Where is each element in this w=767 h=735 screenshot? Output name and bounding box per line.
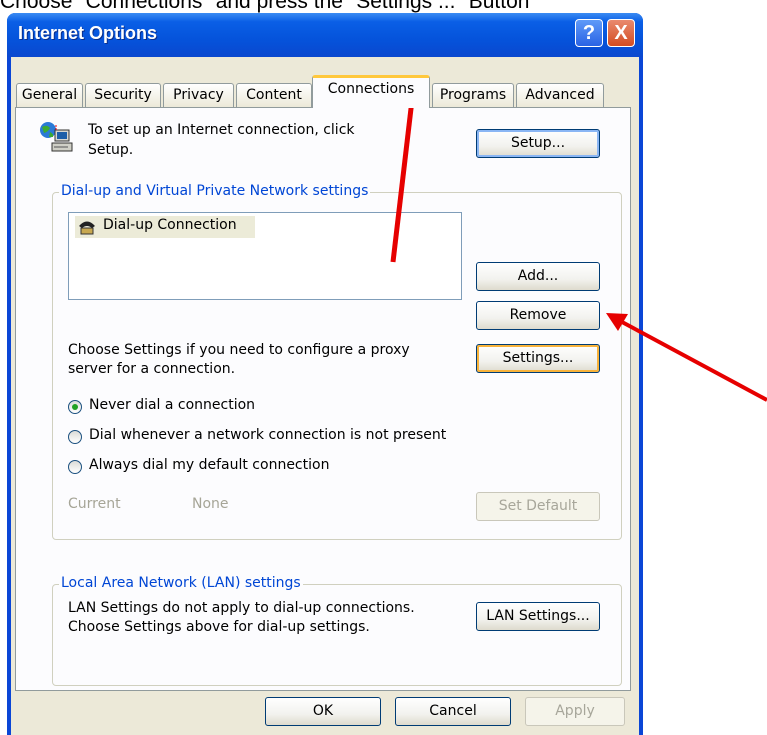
tab-connections[interactable]: Connections [312,75,430,108]
arrow-to-settings-button [606,313,767,402]
annotation-arrows [390,77,767,402]
